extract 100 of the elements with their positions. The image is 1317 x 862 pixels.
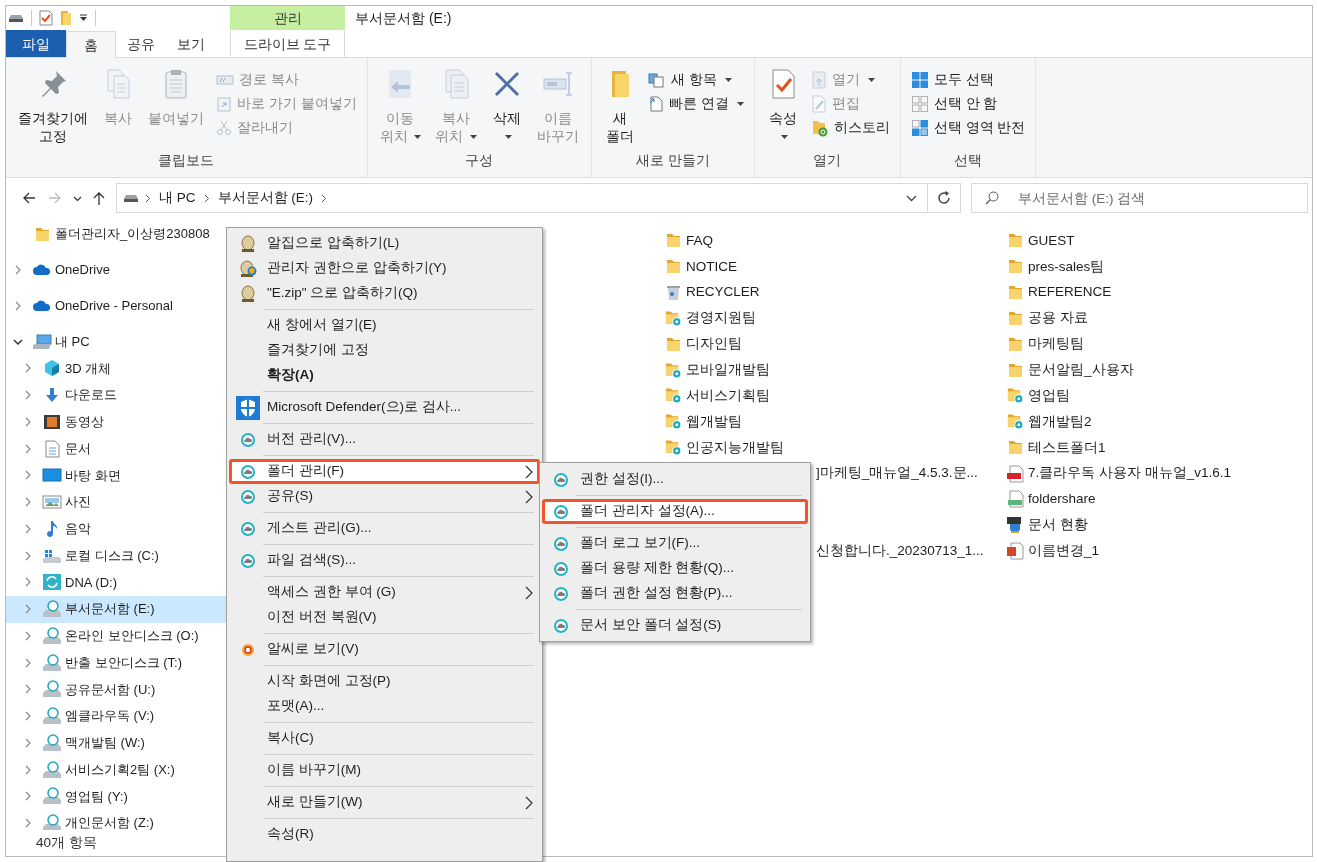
file-item[interactable]: 디자인팀 <box>664 334 742 355</box>
nav-item[interactable]: OneDrive <box>6 257 232 283</box>
nav-item[interactable]: 음악 <box>6 515 232 543</box>
nav-item[interactable]: 개인문서함 (Z:) <box>6 809 232 830</box>
file-item[interactable]: 7.클라우독 사용자 매뉴얼_v1.6.1 <box>1006 463 1232 484</box>
file-item[interactable]: RECYCLER <box>664 282 760 303</box>
ribbon-button[interactable]: 모두 선택 <box>906 68 1030 92</box>
nav-item[interactable]: 맥개발팀 (W:) <box>6 729 232 757</box>
file-item[interactable]: 문서 현황 <box>1006 515 1088 536</box>
file-item[interactable]: 마케팅팀 <box>1006 334 1084 355</box>
cloud-icon <box>32 299 52 313</box>
file-item[interactable]: 인공지능개발팀 <box>664 437 784 458</box>
menu-item[interactable]: 폴더 권한 설정 현황(P)... <box>542 581 808 606</box>
menu-item[interactable]: 시작 화면에 고정(P) <box>229 669 540 694</box>
cloud-drive-icon <box>42 680 62 699</box>
menu-item[interactable]: 즐겨찾기에 고정 <box>229 338 540 363</box>
search-field[interactable]: 부서문서함 (E:) 검색 <box>971 183 1308 213</box>
file-item[interactable]: ]마케팅_매뉴얼_4.5.3.문... <box>816 463 978 484</box>
nav-item[interactable]: 문서 <box>6 435 232 462</box>
nav-item[interactable]: 내 PC <box>6 329 232 355</box>
ribbon-tab[interactable]: 드라이브 도구 <box>230 30 345 57</box>
ribbon-tab[interactable]: 홈 <box>66 31 116 58</box>
menu-item[interactable]: 문서 보안 폴더 설정(S) <box>542 613 808 638</box>
ribbon-button[interactable]: 히스토리 <box>806 116 894 140</box>
breadcrumb[interactable]: 내 PC <box>157 187 198 209</box>
properties-icon <box>39 10 53 26</box>
menu-item[interactable]: 폴더 관리(F) <box>229 459 540 484</box>
ribbon-button[interactable]: 속성 <box>760 68 805 146</box>
file-item[interactable]: 테스트폴더1 <box>1006 437 1106 458</box>
nav-item[interactable]: 엠클라우독 (V:) <box>6 702 232 730</box>
menu-item[interactable]: 속성(R) <box>229 822 540 847</box>
file-item[interactable]: 모바일개발팀 <box>664 360 770 381</box>
ribbon-button[interactable]: 빠른 연결 <box>644 92 748 116</box>
menu-item[interactable]: 폴더 관리자 설정(A)... <box>542 499 808 524</box>
file-item[interactable]: REFERENCE <box>1006 282 1112 303</box>
menu-item[interactable]: 이전 버전 복원(V) <box>229 605 540 630</box>
menu-item[interactable]: 폴더 로그 보기(F)... <box>542 531 808 556</box>
file-item[interactable]: 공용 자료 <box>1006 308 1088 329</box>
menu-item[interactable]: 액세스 권한 부여 (G) <box>229 580 540 605</box>
file-item[interactable]: FAQ <box>664 230 713 252</box>
menu-item[interactable]: 파일 검색(S)... <box>229 548 540 573</box>
file-item[interactable]: 웹개발팀2 <box>1006 411 1092 432</box>
egg-icon <box>239 234 257 253</box>
menu-item[interactable]: Microsoft Defender(으)로 검사... <box>229 395 540 420</box>
menu-item[interactable]: 버전 관리(V)... <box>229 427 540 452</box>
file-item[interactable]: 문서알림_사용자 <box>1006 360 1134 381</box>
menu-item[interactable]: 포맷(A)... <box>229 694 540 719</box>
nav-item[interactable]: 사진 <box>6 488 232 516</box>
address-bar[interactable]: 내 PC 부서문서함 (E:) <box>116 183 928 213</box>
menu-item[interactable]: "E.zip" 으로 압축하기(Q) <box>229 281 540 306</box>
file-item[interactable]: foldershare <box>1006 489 1096 510</box>
nav-item[interactable]: 3D 개체 <box>6 355 232 382</box>
menu-item[interactable]: 게스트 관리(G)... <box>229 516 540 541</box>
ribbon-button[interactable]: 새 항목 <box>644 68 748 92</box>
chevron-down-icon <box>906 194 917 202</box>
menu-item[interactable]: 관리자 권한으로 압축하기(Y) <box>229 256 540 281</box>
ribbon-tab[interactable]: 보기 <box>166 30 216 57</box>
file-item[interactable]: GUEST <box>1006 230 1075 252</box>
file-item[interactable]: NOTICE <box>664 256 737 277</box>
menu-item[interactable]: 복사(C) <box>229 726 540 751</box>
menu-item[interactable]: 공유(S) <box>229 484 540 509</box>
nav-item[interactable]: 폴더관리자_이상령230808 <box>6 221 232 247</box>
nav-item[interactable]: 반출 보안디스크 (T:) <box>6 649 232 676</box>
menu-item[interactable]: 확장(A) <box>229 363 540 388</box>
nav-item[interactable]: 바탕 화면 <box>6 462 232 489</box>
archive-file-icon <box>1006 516 1024 535</box>
nav-item[interactable]: 동영상 <box>6 408 232 436</box>
menu-item[interactable]: 알씨로 보기(V) <box>229 637 540 662</box>
nav-item[interactable]: DNA (D:) <box>6 569 232 596</box>
ribbon-button[interactable]: 즐겨찾기에 고정 <box>12 68 94 146</box>
ribbon-button[interactable]: 새 폴더 <box>598 68 643 146</box>
menu-item[interactable]: 권한 설정(I)... <box>542 467 808 492</box>
contextual-tab-header: 관리 <box>230 6 345 30</box>
menu-item[interactable]: 폴더 용량 제한 현황(Q)... <box>542 556 808 581</box>
nav-item[interactable]: 로컬 디스크 (C:) <box>6 542 232 569</box>
item-count: 40개 항목 <box>36 833 97 852</box>
ribbon-button[interactable]: 선택 영역 반전 <box>906 116 1030 140</box>
file-item[interactable]: 신청합니다._20230713_1... <box>816 540 984 562</box>
refresh-button[interactable] <box>928 183 961 213</box>
ribbon-button[interactable]: 선택 안 함 <box>906 92 1030 116</box>
file-item[interactable]: 서비스기획팀 <box>664 385 770 407</box>
file-item[interactable]: pres-sales팀 <box>1006 256 1105 277</box>
nav-item[interactable]: 공유문서함 (U:) <box>6 676 232 703</box>
file-item[interactable]: 영업팀 <box>1006 385 1070 407</box>
file-item[interactable]: 이름변경_1 <box>1006 540 1100 562</box>
file-item[interactable]: 경영지원팀 <box>664 308 756 329</box>
breadcrumb[interactable]: 부서문서함 (E:) <box>215 187 315 209</box>
ribbon-button[interactable]: 삭제 <box>485 68 530 146</box>
nav-item[interactable]: 서비스기획2팀 (X:) <box>6 756 232 783</box>
cloud-ring-icon <box>240 489 256 504</box>
ribbon-tab[interactable]: 공유 <box>116 30 166 57</box>
nav-item[interactable]: OneDrive - Personal <box>6 293 232 319</box>
file-menu-tab[interactable]: 파일 <box>6 30 66 57</box>
menu-item[interactable]: 알집으로 압축하기(L) <box>229 231 540 256</box>
menu-item[interactable]: 새로 만들기(W) <box>229 790 540 815</box>
nav-item[interactable]: 다운로드 <box>6 381 232 409</box>
menu-item[interactable]: 새 창에서 열기(E) <box>229 313 540 338</box>
nav-item[interactable]: 영업팀 (Y:) <box>6 783 232 810</box>
file-item[interactable]: 웹개발팀 <box>664 411 742 432</box>
menu-item[interactable]: 이름 바꾸기(M) <box>229 758 540 783</box>
